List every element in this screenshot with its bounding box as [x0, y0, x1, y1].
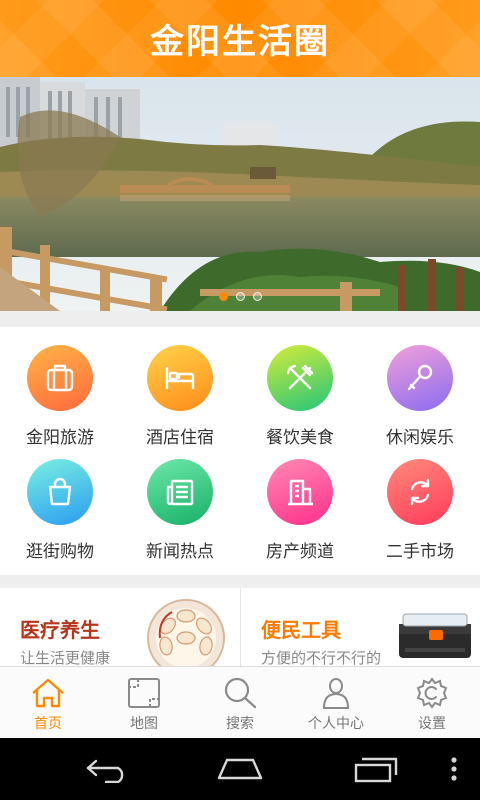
tab-label: 搜索	[226, 716, 254, 732]
category-news[interactable]: 新闻热点	[120, 459, 240, 573]
building-icon	[267, 459, 333, 525]
tab-home[interactable]: 首页	[0, 667, 96, 738]
toolbox-image	[399, 613, 471, 658]
tab-search[interactable]: 搜索	[192, 667, 288, 738]
category-label: 酒店住宿	[146, 428, 214, 448]
app-title: 金阳生活圈	[150, 22, 330, 62]
carousel-indicator	[0, 292, 480, 301]
tab-label: 设置	[418, 716, 446, 732]
overflow-menu-button[interactable]	[444, 752, 464, 786]
promo-health[interactable]: 医疗养生 让生活更健康	[0, 588, 240, 666]
fork-knife-icon	[267, 345, 333, 411]
category-realestate[interactable]: 房产频道	[240, 459, 360, 573]
bed-icon	[147, 345, 213, 411]
banner-carousel[interactable]	[0, 77, 480, 311]
promo-tools[interactable]: 便民工具 方便的不行不行的	[240, 588, 480, 666]
back-button[interactable]	[80, 752, 136, 786]
tab-profile[interactable]: 个人中心	[288, 667, 384, 738]
recycle-icon	[387, 459, 453, 525]
tab-label: 首页	[34, 716, 62, 732]
bottom-tab-bar: 首页 地图 搜索 个人中心 设置	[0, 666, 480, 738]
promo-row: 医疗养生 让生活更健康 便民工具 方便的不行不行的	[0, 588, 480, 666]
map-icon	[128, 678, 160, 708]
category-label: 逛街购物	[26, 542, 94, 562]
category-label: 二手市场	[386, 542, 454, 562]
category-label: 新闻热点	[146, 542, 214, 562]
category-label: 房产频道	[266, 542, 334, 562]
section-divider	[0, 575, 480, 588]
tab-label: 地图	[130, 716, 158, 732]
carousel-dot[interactable]	[252, 292, 262, 301]
home-nav-icon	[217, 758, 263, 780]
shopping-bag-icon	[27, 459, 93, 525]
user-icon	[322, 678, 350, 709]
carousel-dot[interactable]	[218, 292, 228, 301]
tab-label: 个人中心	[308, 716, 364, 732]
search-icon	[224, 677, 257, 709]
app-header: 金阳生活圈	[0, 0, 480, 77]
gear-icon	[416, 677, 448, 709]
category-shopping[interactable]: 逛街购物	[0, 459, 120, 573]
newspaper-icon	[147, 459, 213, 525]
category-hotel[interactable]: 酒店住宿	[120, 345, 240, 459]
category-leisure[interactable]: 休闲娱乐	[360, 345, 480, 459]
recent-apps-icon	[354, 757, 398, 783]
more-vertical-icon	[451, 757, 457, 781]
microphone-icon	[387, 345, 453, 411]
dumpling-plate-image	[147, 599, 225, 666]
category-food[interactable]: 餐饮美食	[240, 345, 360, 459]
carousel-dot[interactable]	[235, 292, 245, 301]
back-icon	[86, 759, 124, 783]
home-icon	[32, 678, 64, 708]
category-travel[interactable]: 金阳旅游	[0, 345, 120, 459]
home-nav-button[interactable]	[212, 752, 268, 786]
section-divider	[0, 311, 480, 327]
tab-map[interactable]: 地图	[96, 667, 192, 738]
system-navigation-bar	[0, 738, 480, 800]
category-secondhand[interactable]: 二手市场	[360, 459, 480, 573]
category-label: 餐饮美食	[266, 428, 334, 448]
category-grid: 金阳旅游 酒店住宿 餐饮美食 休闲娱乐 逛街购物 新闻热点 房产频道 二手市场	[0, 327, 480, 575]
banner-image	[0, 77, 480, 311]
recent-apps-button[interactable]	[348, 752, 404, 786]
tab-settings[interactable]: 设置	[384, 667, 480, 738]
category-label: 休闲娱乐	[386, 428, 454, 448]
suitcase-icon	[27, 345, 93, 411]
category-label: 金阳旅游	[26, 428, 94, 448]
